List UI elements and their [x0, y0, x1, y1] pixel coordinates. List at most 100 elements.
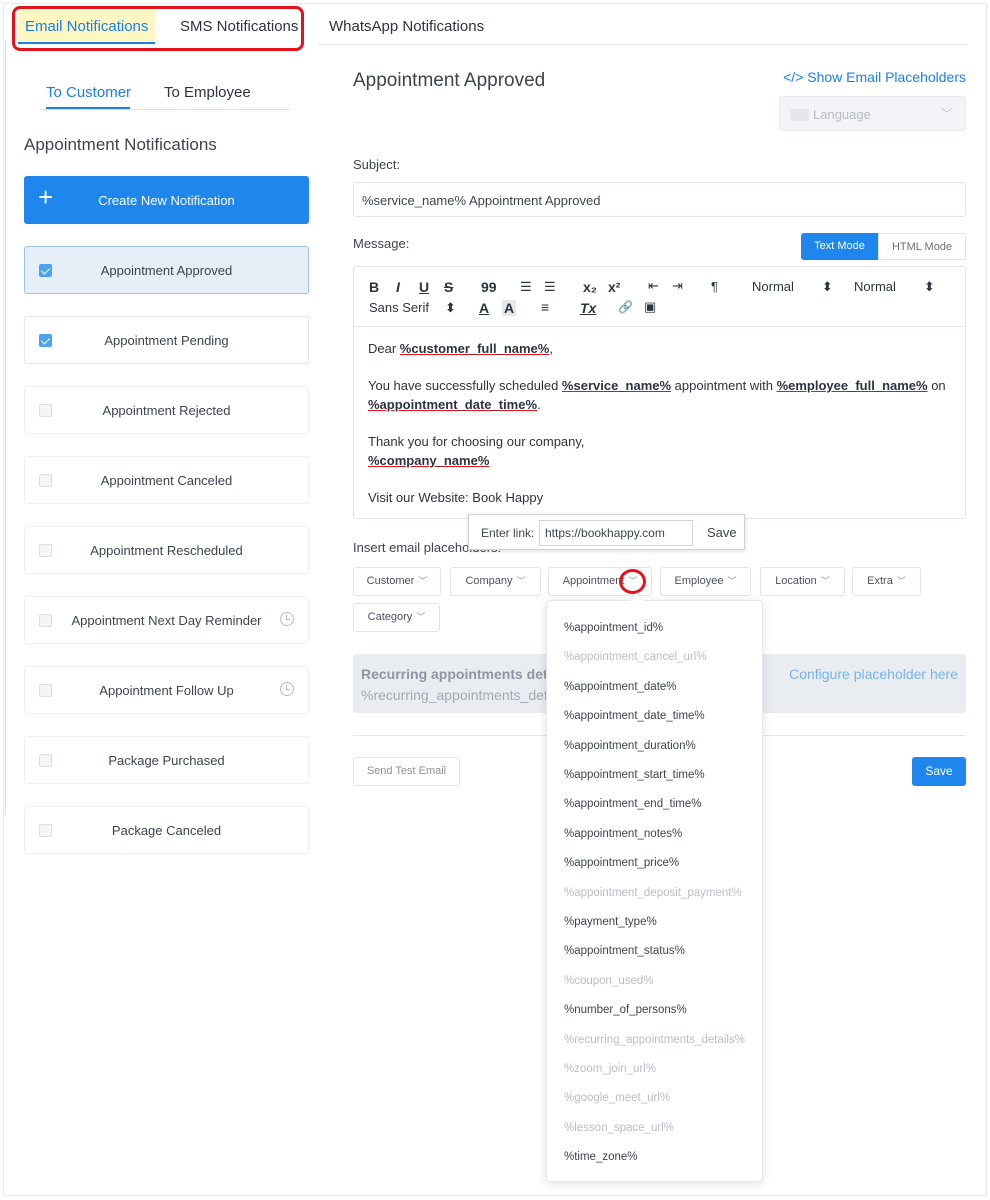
- placeholder-menu-item[interactable]: %appointment_id%: [564, 622, 663, 634]
- employee-placeholder: %employee_full_name%: [776, 378, 928, 393]
- text: ,: [549, 341, 553, 356]
- notification-label: Appointment Rescheduled: [90, 543, 243, 558]
- placeholder-dropdown-customer[interactable]: Customer ﹀: [353, 567, 441, 596]
- chevron-down-icon: ﹀: [516, 576, 526, 586]
- font-size-select[interactable]: Normal ⬍: [854, 279, 935, 295]
- tab-to-employee[interactable]: To Employee: [164, 84, 251, 101]
- timer-icon: [280, 682, 294, 696]
- placeholder-menu-item[interactable]: %payment_type%: [564, 916, 657, 928]
- placeholder-menu-item[interactable]: %appointment_end_time%: [564, 798, 701, 810]
- strikethrough-icon[interactable]: S: [444, 279, 453, 295]
- placeholder-menu-item[interactable]: %appointment_start_time%: [564, 769, 705, 781]
- chevron-down-icon: ﹀: [940, 107, 953, 121]
- blockquote-icon[interactable]: 99: [481, 279, 497, 295]
- closing-line: Thank you for choosing our company, %comp…: [368, 432, 948, 470]
- image-icon[interactable]: ▣: [644, 299, 656, 315]
- text-mode-button[interactable]: Text Mode: [801, 233, 878, 260]
- text: Thank you for choosing our company,: [368, 434, 585, 449]
- text: You have successfully scheduled: [368, 378, 562, 393]
- dropdown-label: Appointment: [562, 575, 625, 587]
- placeholder-dropdown-location[interactable]: Location ﹀: [760, 567, 845, 596]
- placeholder-menu-item: %lesson_space_url%: [564, 1121, 674, 1134]
- subject-input[interactable]: %service_name% Appointment Approved: [353, 182, 966, 217]
- text-direction-icon[interactable]: ¶: [711, 279, 718, 294]
- placeholder-menu-item: %coupon_used%: [564, 974, 654, 987]
- subscript-icon[interactable]: x₂: [583, 279, 597, 295]
- bullet-list-icon[interactable]: ☰: [544, 279, 556, 295]
- notification-item[interactable]: Appointment Approved: [24, 246, 309, 294]
- font-family-value: Sans Serif: [369, 300, 429, 315]
- placeholder-menu-item: %appointment_deposit_payment%: [564, 886, 742, 899]
- text: on: [927, 378, 946, 393]
- text: appointment with: [671, 378, 777, 393]
- text: Visit our Website: Book Happy: [368, 490, 544, 505]
- placeholder-menu-item[interactable]: %appointment_status%: [564, 945, 685, 957]
- italic-icon[interactable]: I: [396, 279, 400, 295]
- header-size-select[interactable]: Normal ⬍: [752, 279, 833, 295]
- placeholder-menu-item[interactable]: %appointment_duration%: [564, 740, 696, 752]
- notification-item[interactable]: Appointment Rescheduled: [24, 526, 309, 574]
- superscript-icon[interactable]: x²: [608, 279, 620, 295]
- notification-label: Appointment Pending: [104, 333, 229, 348]
- font-size-value: Normal: [854, 279, 896, 294]
- placeholder-dropdown-company[interactable]: Company ﹀: [450, 567, 541, 596]
- tab-whatsapp-notifications[interactable]: WhatsApp Notifications: [329, 10, 484, 44]
- placeholder-menu-item[interactable]: %time_zone%: [564, 1151, 638, 1163]
- link-popup-label: Enter link:: [481, 526, 535, 540]
- save-button[interactable]: Save: [912, 757, 966, 786]
- notification-item[interactable]: Package Purchased: [24, 736, 309, 784]
- notification-item[interactable]: Appointment Next Day Reminder: [24, 596, 309, 644]
- notification-label: Appointment Next Day Reminder: [71, 613, 262, 628]
- message-editor[interactable]: B I U S 99 ☰ ☰ x₂ x² ⇤ ⇥ ¶ Normal ⬍ Norma…: [353, 266, 966, 519]
- notification-item[interactable]: Appointment Follow Up: [24, 666, 309, 714]
- text: Dear: [368, 341, 400, 356]
- language-select[interactable]: Language ﹀: [779, 96, 966, 131]
- website-line: Visit our Website: Book Happy: [368, 488, 948, 507]
- dropdown-highlight-ring: [619, 569, 646, 594]
- chevron-down-icon: ﹀: [416, 612, 426, 622]
- placeholder-menu-item[interactable]: %appointment_date%: [564, 681, 677, 693]
- send-test-email-button[interactable]: Send Test Email: [353, 757, 460, 786]
- notification-label: Package Canceled: [111, 823, 222, 838]
- ordered-list-icon[interactable]: ☰: [520, 279, 532, 295]
- indent-icon[interactable]: ⇥: [672, 278, 683, 294]
- bold-icon[interactable]: B: [369, 279, 379, 295]
- placeholder-menu-item: %google_meet_url%: [564, 1092, 671, 1105]
- chevron-down-icon: ﹀: [727, 576, 737, 586]
- message-label: Message:: [353, 236, 410, 251]
- notification-item[interactable]: Package Canceled: [24, 806, 309, 854]
- placeholder-dropdown-extra[interactable]: Extra ﹀: [852, 567, 921, 596]
- create-notification-button[interactable]: + Create New Notification: [24, 176, 309, 224]
- dropdown-label: Category: [367, 611, 413, 623]
- header-size-value: Normal: [752, 279, 794, 294]
- notification-item[interactable]: Appointment Rejected: [24, 386, 309, 434]
- text-color-icon[interactable]: A: [479, 300, 489, 316]
- html-mode-button[interactable]: HTML Mode: [878, 233, 966, 260]
- updown-icon: ⬍: [444, 300, 456, 315]
- font-family-select[interactable]: Sans Serif ⬍: [369, 300, 456, 316]
- placeholder-menu-item[interactable]: %appointment_notes%: [564, 828, 682, 840]
- background-color-icon[interactable]: A: [502, 300, 517, 316]
- recurring-title: Recurring appointments details: [361, 666, 572, 682]
- align-icon[interactable]: ≡: [541, 299, 549, 315]
- outdent-icon[interactable]: ⇤: [648, 278, 659, 294]
- configure-placeholder-link[interactable]: Configure placeholder here: [789, 666, 958, 682]
- notification-item[interactable]: Appointment Canceled: [24, 456, 309, 504]
- placeholder-menu-item[interactable]: %number_of_persons%: [564, 1004, 687, 1016]
- placeholder-dropdown-employee[interactable]: Employee ﹀: [660, 567, 751, 596]
- link-input[interactable]: https://bookhappy.com: [539, 520, 693, 546]
- placeholder-menu-item[interactable]: %appointment_price%: [564, 857, 679, 869]
- clear-format-icon[interactable]: Tx: [580, 300, 596, 316]
- link-icon[interactable]: 🔗: [618, 300, 633, 314]
- show-placeholders-link[interactable]: </> Show Email Placeholders: [783, 69, 966, 85]
- notification-item[interactable]: Appointment Pending: [24, 316, 309, 364]
- link-save-button[interactable]: Save: [707, 525, 737, 540]
- updown-icon: ⬍: [923, 279, 935, 294]
- placeholder-dropdown-category[interactable]: Category ﹀: [353, 603, 440, 632]
- flag-icon: [791, 109, 809, 121]
- tab-to-customer[interactable]: To Customer: [46, 84, 131, 101]
- underline-icon[interactable]: U: [419, 279, 429, 295]
- editor-body[interactable]: Dear %customer_full_name%, You have succ…: [368, 339, 948, 525]
- placeholder-menu-item[interactable]: %appointment_date_time%: [564, 710, 705, 722]
- notification-label: Appointment Follow Up: [99, 683, 234, 698]
